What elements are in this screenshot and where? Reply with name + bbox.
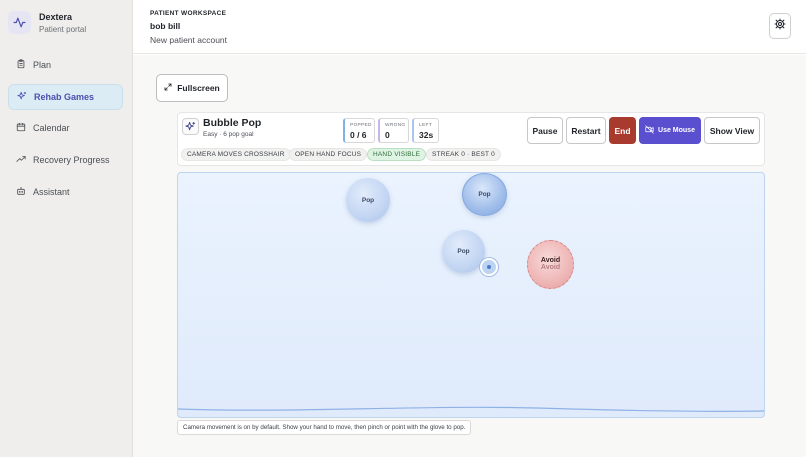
chip-streak: STREAK 0 · BEST 0: [426, 148, 501, 161]
brand-subtitle: Patient portal: [39, 24, 87, 34]
sidebar-item-recovery-progress[interactable]: Recovery Progress: [8, 147, 123, 173]
stat-time-left: LEFT 32s: [412, 118, 439, 143]
sidebar-item-label: Calendar: [33, 123, 70, 134]
avoid-bubble[interactable]: Avoid Avoid: [527, 240, 574, 289]
sidebar-item-label: Recovery Progress: [33, 155, 110, 166]
calendar-icon: [16, 122, 26, 134]
bot-icon: [16, 186, 26, 198]
sidebar-item-label: Assistant: [33, 186, 70, 197]
sidebar-nav: Plan Rehab Games Calendar Recovery Progr…: [8, 52, 123, 210]
page-header: PATIENT WORKSPACE bob bill New patient a…: [133, 0, 806, 54]
stat-label: POPPED: [350, 123, 372, 128]
pop-bubble[interactable]: Pop: [346, 178, 390, 222]
main-content: Fullscreen Bubble Pop Easy · 6 pop goal …: [133, 55, 806, 457]
sidebar-item-plan[interactable]: Plan: [8, 52, 123, 78]
stat-label: LEFT: [419, 123, 432, 128]
chip-camera-mode: CAMERA MOVES CROSSHAIR: [181, 148, 291, 161]
clipboard-icon: [16, 59, 26, 71]
brand: Dextera Patient portal: [8, 11, 86, 34]
pop-bubble[interactable]: Pop: [442, 230, 485, 273]
activity-icon: [8, 11, 31, 34]
sidebar-item-assistant[interactable]: Assistant: [8, 179, 123, 205]
expand-icon: [164, 83, 172, 93]
gear-icon: [774, 17, 786, 35]
sidebar-item-label: Rehab Games: [34, 91, 95, 102]
stat-wrong: WRONG 0: [378, 118, 409, 143]
use-mouse-label: Use Mouse: [658, 127, 695, 134]
game-title: Bubble Pop: [203, 117, 262, 129]
game-hint: Camera movement is on by default. Show y…: [177, 420, 472, 435]
crosshair-cursor: [480, 258, 498, 276]
pop-bubble[interactable]: Pop: [462, 173, 507, 216]
show-view-button[interactable]: Show View: [704, 117, 760, 144]
chip-hand-visible: HAND VISIBLE: [367, 148, 427, 161]
trending-up-icon: [16, 154, 26, 166]
fullscreen-label: Fullscreen: [177, 83, 220, 93]
sidebar: Dextera Patient portal Plan Rehab Games …: [0, 0, 133, 457]
stat-popped: POPPED 0 / 6: [343, 118, 375, 143]
stat-value: 0: [385, 130, 390, 140]
stat-value: 0 / 6: [350, 130, 367, 140]
use-mouse-button[interactable]: Use Mouse: [639, 117, 701, 144]
workspace-eyebrow: PATIENT WORKSPACE: [150, 10, 227, 17]
game-toolbar: Bubble Pop Easy · 6 pop goal POPPED 0 / …: [177, 112, 765, 166]
end-button[interactable]: End: [609, 117, 636, 144]
sidebar-item-calendar[interactable]: Calendar: [8, 115, 123, 141]
stage-floor-wave: [178, 406, 764, 412]
sparkles-icon: [17, 91, 27, 103]
pause-button[interactable]: Pause: [527, 117, 563, 144]
restart-button[interactable]: Restart: [566, 117, 606, 144]
sidebar-item-label: Plan: [33, 60, 52, 70]
camera-off-icon: [645, 125, 654, 136]
game-subtitle: Easy · 6 pop goal: [203, 131, 254, 138]
patient-name: bob bill: [150, 21, 181, 31]
sidebar-item-rehab-games[interactable]: Rehab Games: [8, 83, 123, 110]
stat-label: WRONG: [385, 123, 406, 128]
chip-hand-focus: OPEN HAND FOCUS: [289, 148, 368, 161]
brand-name: Dextera: [39, 11, 73, 22]
game-icon: [182, 118, 199, 135]
game-stage[interactable]: Pop Pop Pop Avoid Avoid: [177, 172, 765, 418]
settings-button[interactable]: [769, 13, 791, 39]
avoid-label-shadow: Avoid: [540, 263, 561, 271]
fullscreen-button[interactable]: Fullscreen: [156, 74, 228, 102]
stat-value: 32s: [419, 130, 434, 140]
crosshair-dot: [487, 265, 491, 269]
account-label: New patient account: [150, 35, 228, 45]
